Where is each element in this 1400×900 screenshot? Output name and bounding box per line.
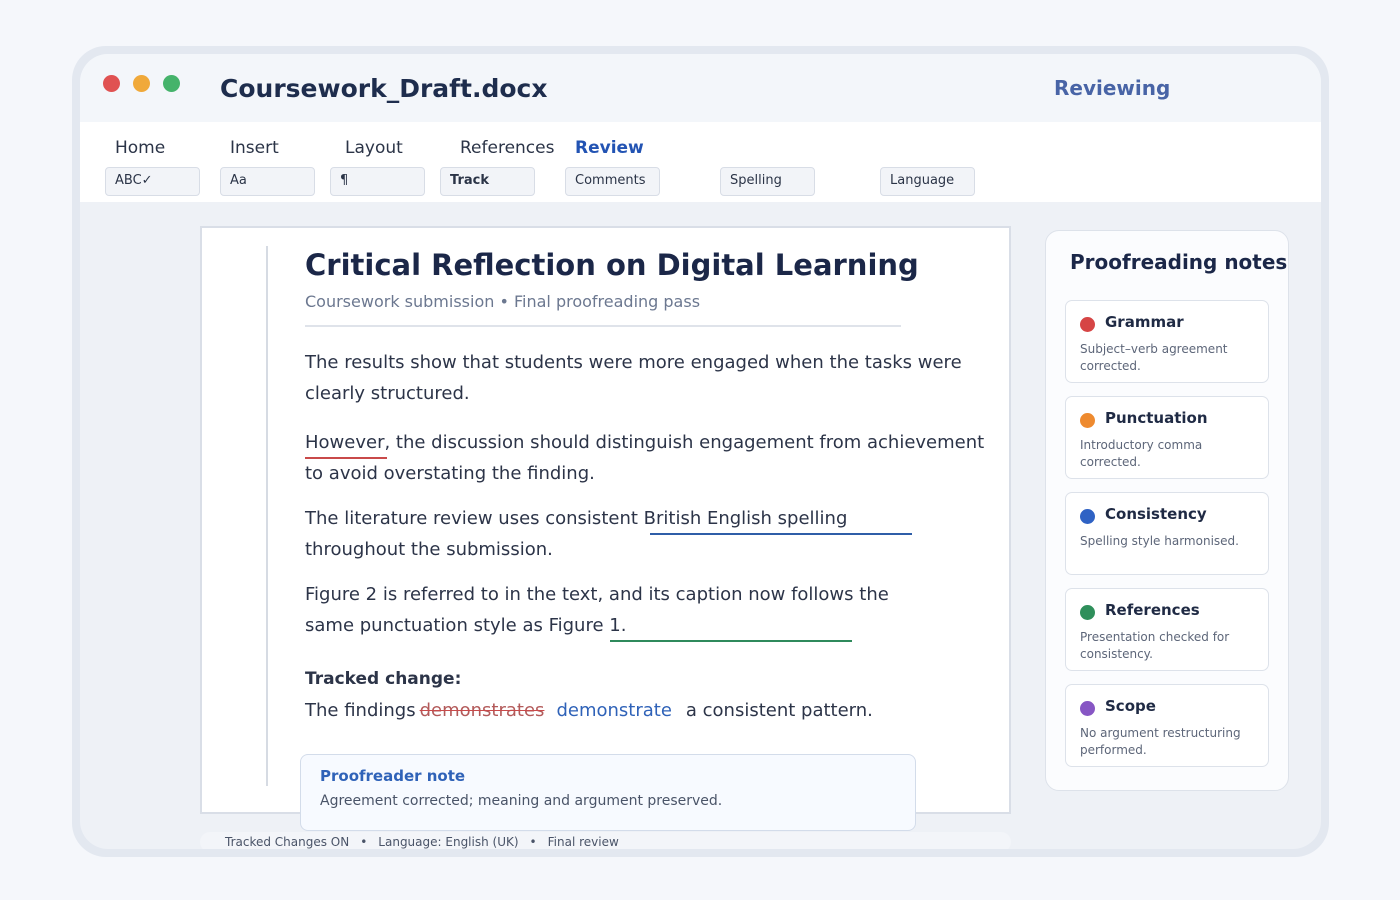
document-title: Critical Reflection on Digital Learning (305, 248, 919, 282)
note-card-scope[interactable]: Scope No argument restructuring performe… (1065, 684, 1269, 767)
spell-check-button[interactable]: ABC✓ (105, 167, 200, 196)
proofreader-note[interactable]: Proofreader note Agreement corrected; me… (300, 754, 916, 831)
status-bar: Tracked Changes ON • Language: English (UK… (200, 832, 1011, 849)
document-subtitle: Coursework submission • Final proofreadi… (305, 292, 701, 311)
paragraph-4: Figure 2 is referred to in the text, and… (305, 584, 889, 636)
status-separator: • (360, 835, 368, 849)
note-card-text: No argument restructuring performed. (1080, 726, 1241, 757)
menu-insert[interactable]: Insert (230, 138, 279, 158)
grammar-dot-icon (1080, 317, 1095, 332)
note-card-title: References (1105, 601, 1200, 619)
app-window: Coursework_Draft.docx Reviewing Home Ins… (72, 46, 1329, 857)
margin-line (266, 246, 268, 786)
menu-review[interactable]: Review (575, 138, 644, 158)
references-underline[interactable] (610, 640, 852, 642)
language-button[interactable]: Language (880, 167, 975, 196)
proofreader-note-title: Proofreader note (320, 767, 466, 785)
comments-button[interactable]: Comments (565, 167, 660, 196)
status-separator: • (529, 835, 537, 849)
document-filename: Coursework_Draft.docx (220, 74, 548, 103)
status-language: Language: English (UK) (378, 835, 519, 849)
note-card-text: Spelling style harmonised. (1080, 534, 1239, 548)
proofreading-notes-panel: Proofreading notes Grammar Subject–verb … (1045, 230, 1289, 791)
paragraph-1: The results show that students were more… (305, 352, 962, 404)
document-page[interactable]: Critical Reflection on Digital Learning … (200, 226, 1011, 814)
note-card-punctuation[interactable]: Punctuation Introductory comma corrected… (1065, 396, 1269, 479)
menu-references[interactable]: References (460, 138, 554, 158)
references-dot-icon (1080, 605, 1095, 620)
spelling-button[interactable]: Spelling (720, 167, 815, 196)
title-divider (305, 325, 901, 327)
note-card-consistency[interactable]: Consistency Spelling style harmonised. (1065, 492, 1269, 575)
panel-title: Proofreading notes (1070, 250, 1288, 274)
menu-home[interactable]: Home (115, 138, 165, 158)
tracked-prefix: The findings (305, 700, 416, 721)
note-card-references[interactable]: References Presentation checked for cons… (1065, 588, 1269, 671)
note-card-title: Consistency (1105, 505, 1207, 523)
status-tracked-changes: Tracked Changes ON (225, 835, 350, 849)
paragraph-marks-button[interactable]: ¶ (330, 167, 425, 196)
consistency-underline[interactable] (650, 533, 912, 535)
track-changes-button[interactable]: Track (440, 167, 535, 196)
note-card-grammar[interactable]: Grammar Subject–verb agreement corrected… (1065, 300, 1269, 383)
tracked-suffix: a consistent pattern. (685, 700, 873, 721)
proofreader-note-text: Agreement corrected; meaning and argumen… (320, 793, 723, 809)
note-card-text: Presentation checked for consistency. (1080, 630, 1230, 661)
font-case-button[interactable]: Aa (220, 167, 315, 196)
window-body: Coursework_Draft.docx Reviewing Home Ins… (80, 54, 1321, 849)
note-card-text: Subject–verb agreement corrected. (1080, 342, 1228, 373)
punctuation-dot-icon (1080, 413, 1095, 428)
consistency-dot-icon (1080, 509, 1095, 524)
status-review-stage: Final review (547, 835, 619, 849)
reviewing-mode-label: Reviewing (1054, 76, 1171, 100)
grammar-underline[interactable] (305, 457, 387, 459)
minimize-window-button[interactable] (133, 75, 150, 92)
deleted-text[interactable]: demonstrates (420, 700, 545, 721)
note-card-title: Grammar (1105, 313, 1184, 331)
inserted-text[interactable]: demonstrate (556, 700, 671, 721)
maximize-window-button[interactable] (163, 75, 180, 92)
note-card-text: Introductory comma corrected. (1080, 438, 1203, 469)
close-window-button[interactable] (103, 75, 120, 92)
scope-dot-icon (1080, 701, 1095, 716)
ribbon: Home Insert Layout References Review ABC… (80, 122, 1321, 202)
tracked-change-sentence: The findings demonstrates demonstrate a con… (305, 700, 873, 721)
menu-layout[interactable]: Layout (345, 138, 403, 158)
note-card-title: Punctuation (1105, 409, 1208, 427)
paragraph-2: However, the discussion should distingui… (305, 432, 985, 484)
tracked-change-label: Tracked change: (305, 669, 462, 689)
note-card-title: Scope (1105, 697, 1156, 715)
title-bar: Coursework_Draft.docx Reviewing (80, 54, 1321, 122)
